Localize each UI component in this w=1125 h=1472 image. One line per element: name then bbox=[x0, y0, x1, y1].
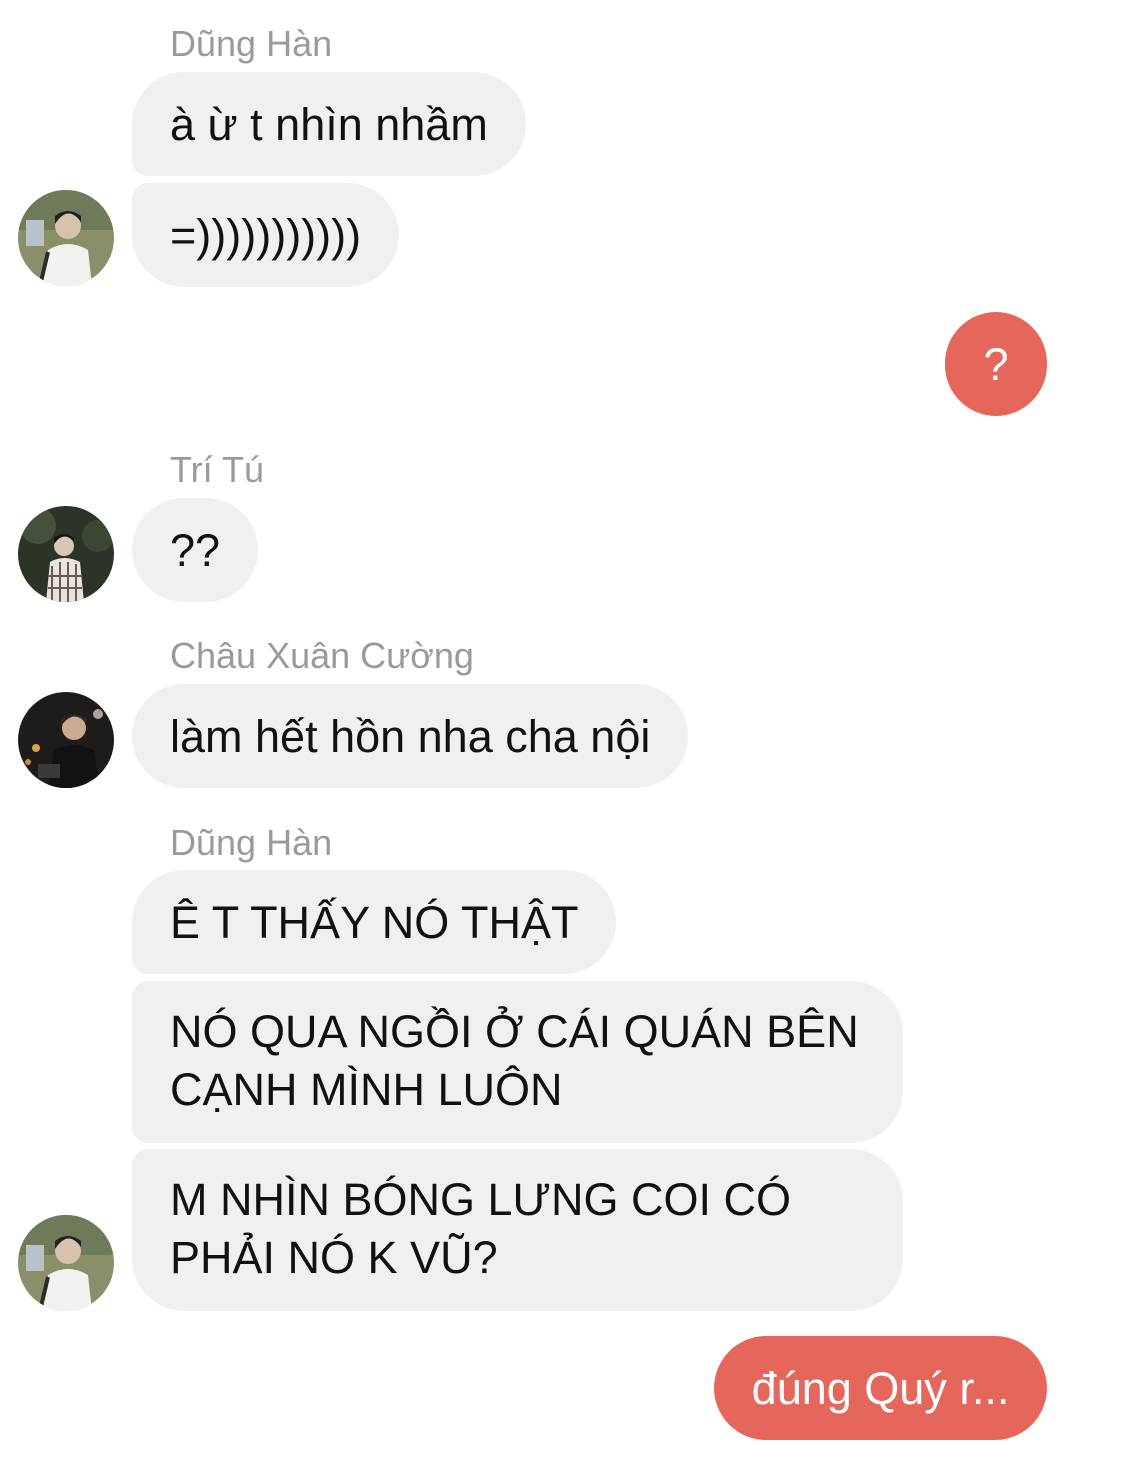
sender-name: Dũng Hàn bbox=[170, 822, 333, 863]
user-avatar-icon[interactable] bbox=[18, 506, 114, 602]
my-message-bubble[interactable]: đúng Quý r... bbox=[714, 1336, 1047, 1440]
user-avatar-icon[interactable] bbox=[18, 692, 114, 788]
my-message-bubble[interactable]: ? bbox=[945, 312, 1047, 416]
sender-name: Dũng Hàn bbox=[170, 23, 333, 64]
message-bubble[interactable]: ?? bbox=[132, 498, 259, 602]
message-bubble[interactable]: =))))))))))) bbox=[132, 183, 400, 287]
sender-name: Châu Xuân Cường bbox=[170, 635, 474, 676]
message-bubble[interactable]: à ừ t nhìn nhầm bbox=[132, 72, 526, 176]
message-bubble[interactable]: M NHÌN BÓNG LƯNG COI CÓ PHẢI NÓ K VŨ? bbox=[132, 1149, 903, 1311]
message-bubble[interactable]: Ê T THẤY NÓ THẬT bbox=[132, 870, 617, 974]
message-bubble[interactable]: NÓ QUA NGỒI Ở CÁI QUÁN BÊN CẠNH MÌNH LUÔ… bbox=[132, 981, 903, 1143]
sender-name: Trí Tú bbox=[170, 449, 265, 490]
user-avatar-icon[interactable] bbox=[18, 190, 114, 286]
message-bubble[interactable]: làm hết hồn nha cha nội bbox=[132, 684, 689, 788]
user-avatar-icon[interactable] bbox=[18, 1215, 114, 1311]
